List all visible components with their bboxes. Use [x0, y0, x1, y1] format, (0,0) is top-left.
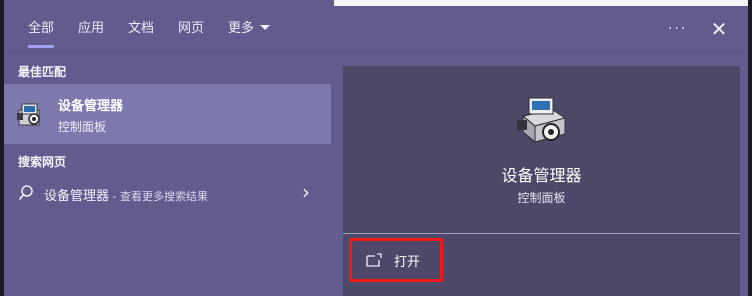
tab-bar-divider — [4, 52, 748, 53]
tab-more-label: 更多 — [228, 21, 255, 36]
web-search-query: 设备管理器 — [44, 189, 110, 204]
web-search-heading: 搜索网页 — [18, 155, 67, 169]
search-panel: 全部 应用 文档 网页 更多 ··· ✕ 最佳匹配 设备管理器 控制面板 搜索网… — [4, 0, 748, 296]
device-manager-icon — [17, 103, 40, 126]
chevron-right-icon[interactable]: › — [302, 180, 310, 204]
open-window-icon — [366, 253, 382, 267]
search-icon — [18, 185, 33, 201]
filter-tab-bar: 全部 应用 文档 网页 更多 — [4, 6, 748, 52]
tab-apps[interactable]: 应用 — [74, 6, 108, 52]
tab-web[interactable]: 网页 — [174, 6, 208, 52]
tab-documents[interactable]: 文档 — [124, 6, 158, 52]
caret-down-icon — [260, 25, 271, 30]
tab-more[interactable]: 更多 — [224, 6, 274, 52]
web-search-hint: - 查看更多搜索结果 — [109, 190, 208, 203]
open-label: 打开 — [394, 255, 421, 270]
more-options-button[interactable]: ··· — [668, 6, 687, 52]
best-match-result[interactable]: 设备管理器 控制面板 — [4, 84, 331, 144]
preview-title: 设备管理器 — [501, 166, 582, 185]
best-match-heading: 最佳匹配 — [18, 65, 67, 79]
preview-divider — [343, 233, 740, 234]
best-match-title: 设备管理器 — [58, 99, 124, 114]
web-search-result[interactable]: 设备管理器 - 查看更多搜索结果 › — [4, 178, 331, 208]
tab-all[interactable]: 全部 — [24, 6, 58, 52]
close-button[interactable]: ✕ — [708, 6, 730, 52]
open-button[interactable]: 打开 — [349, 238, 443, 282]
preview-pane: 设备管理器 控制面板 打开 — [343, 66, 740, 296]
device-manager-icon — [517, 97, 567, 144]
preview-subtitle: 控制面板 — [517, 191, 566, 205]
best-match-subtitle: 控制面板 — [58, 120, 107, 134]
web-search-text: 设备管理器 - 查看更多搜索结果 — [44, 185, 208, 204]
